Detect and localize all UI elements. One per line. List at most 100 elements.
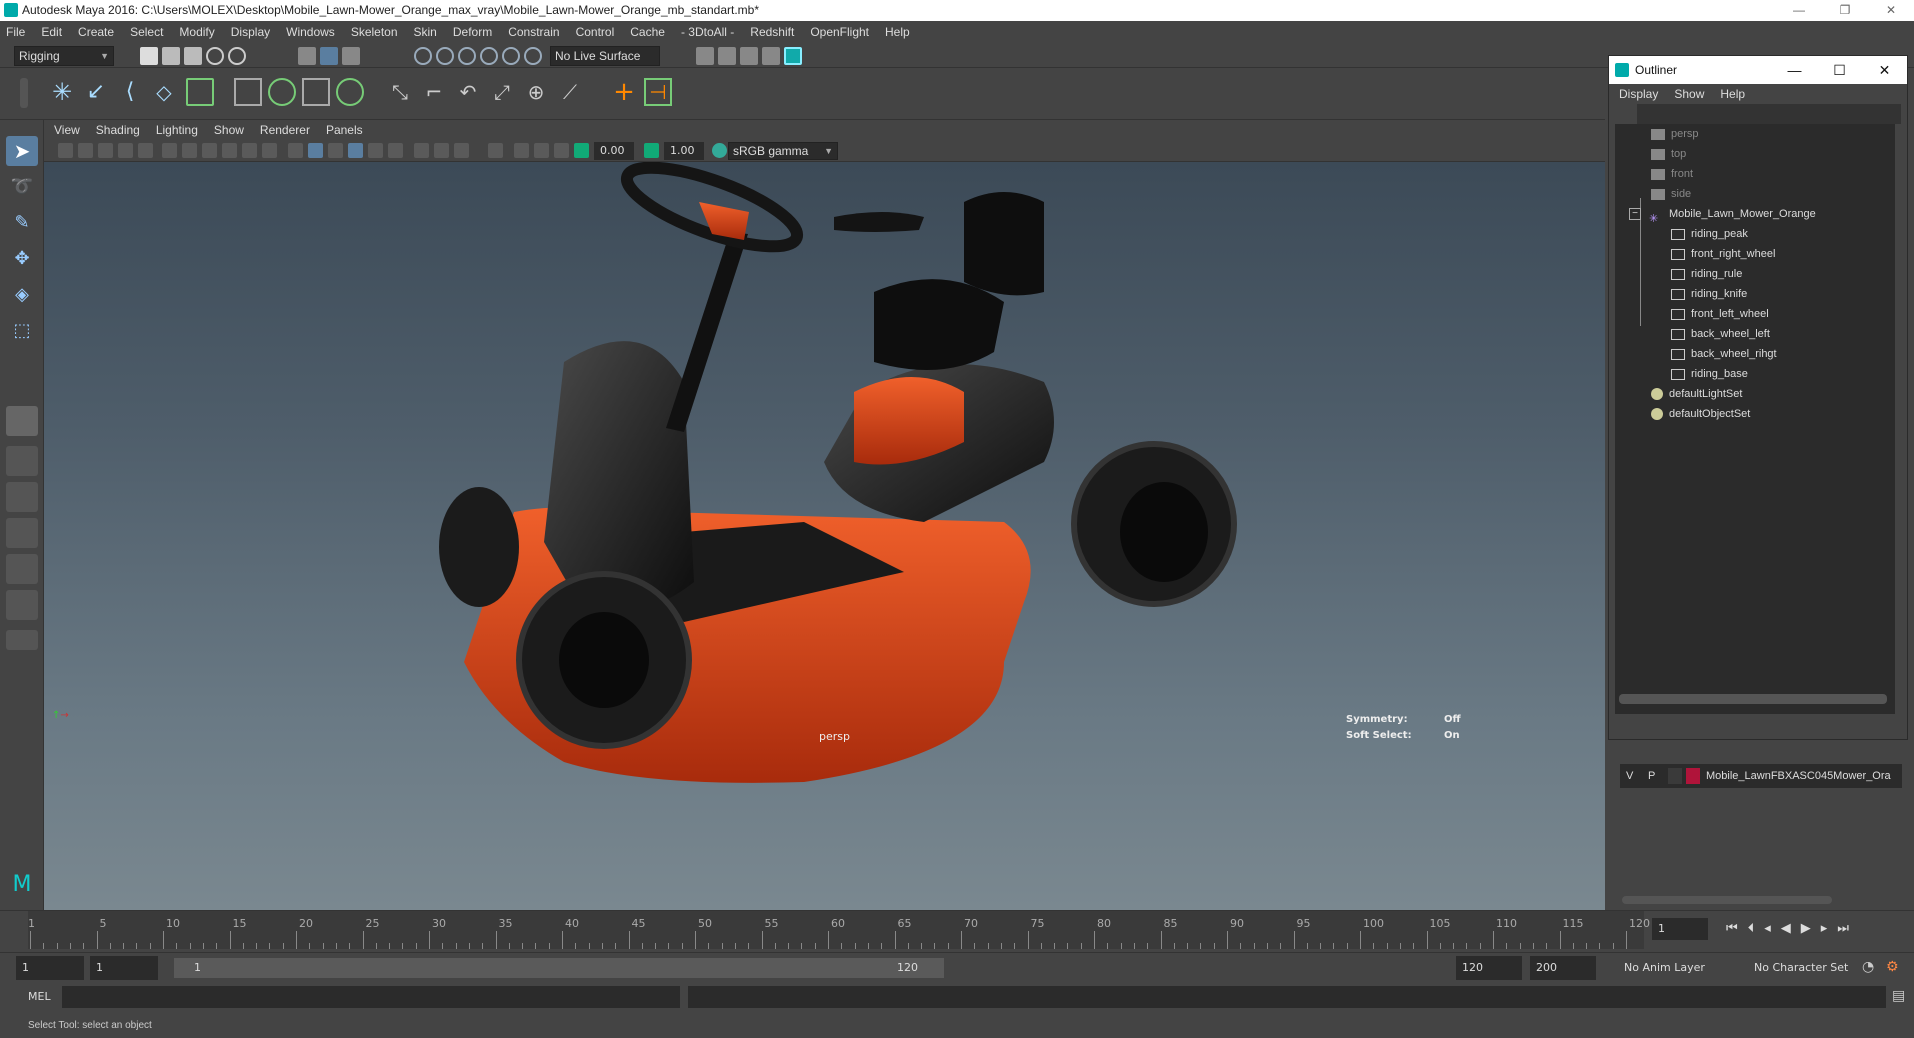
view-transform-dropdown[interactable]: sRGB gamma ▼ (728, 142, 838, 160)
shadows-icon[interactable] (388, 143, 403, 158)
menu-modify[interactable]: Modify (179, 25, 214, 39)
paint-select-icon[interactable]: ✎ (6, 208, 38, 238)
menu-deform[interactable]: Deform (453, 25, 492, 39)
playback-start-field[interactable]: 1 (90, 956, 158, 980)
step-back-frame-icon[interactable]: ◂ (1764, 921, 1781, 936)
antialias-icon[interactable] (454, 143, 469, 158)
go-to-end-icon[interactable]: ⏭ (1837, 921, 1859, 936)
outliner-menu-display[interactable]: Display (1619, 87, 1658, 101)
exposure-field[interactable]: 0.00 (594, 142, 634, 160)
preferences-icon[interactable]: ⚙ (1886, 959, 1899, 975)
layout-four-icon[interactable] (6, 446, 38, 476)
outliner-h-scrollbar[interactable] (1619, 694, 1887, 704)
xray-active-icon[interactable] (554, 143, 569, 158)
ipr-render-icon[interactable] (740, 47, 758, 65)
scale-tool-icon[interactable]: ⬚ (6, 316, 38, 346)
redo-icon[interactable] (228, 47, 246, 65)
xray-joints-icon[interactable] (534, 143, 549, 158)
hypershade-icon[interactable] (784, 47, 802, 65)
scale-constraint-icon[interactable]: ⤢ (488, 78, 516, 106)
layer-h-scrollbar[interactable] (1622, 896, 1832, 904)
menu-openflight[interactable]: OpenFlight (810, 25, 869, 39)
restore-button[interactable]: ❐ (1822, 0, 1868, 21)
select-object-icon[interactable] (320, 47, 338, 65)
outliner-item-riding-base[interactable]: riding_base (1671, 364, 1748, 384)
lattice-icon[interactable] (234, 78, 262, 106)
parent-constraint-icon[interactable]: ⊕ (522, 78, 550, 106)
time-ruler[interactable]: 1 5 10 15 20 25 30 35 40 45 50 55 60 65 70 75 80 85 90 95 1… (28, 911, 1650, 949)
default-material-icon[interactable] (328, 143, 343, 158)
menu-control[interactable]: Control (576, 25, 615, 39)
menu-3dtoall[interactable]: - 3DtoAll - (681, 25, 734, 39)
point-constraint-icon[interactable]: ⤡ (386, 78, 414, 106)
outliner-item-back-wheel-left[interactable]: back_wheel_left (1671, 324, 1770, 344)
sculpt-icon[interactable] (336, 78, 364, 106)
smooth-shade-icon[interactable] (308, 143, 323, 158)
outliner-close-button[interactable]: ✕ (1862, 56, 1907, 84)
menu-help[interactable]: Help (885, 25, 910, 39)
snap-live-icon[interactable] (524, 47, 542, 65)
move-tool-icon[interactable]: ✥ (6, 244, 38, 274)
locator-icon[interactable]: + (610, 78, 638, 106)
layer-type-swatch[interactable] (1668, 768, 1682, 784)
cluster-icon[interactable] (186, 78, 214, 106)
new-scene-icon[interactable] (140, 47, 158, 65)
layout-single-icon[interactable] (6, 406, 38, 436)
panel-menu-view[interactable]: View (54, 123, 80, 137)
panel-menu-panels[interactable]: Panels (326, 123, 363, 137)
layout-two-icon[interactable] (6, 482, 38, 512)
xray-icon[interactable] (514, 143, 529, 158)
outliner-item-default-light-set[interactable]: defaultLightSet (1651, 384, 1742, 404)
layer-playback-toggle[interactable]: P (1648, 764, 1655, 788)
menu-redshift[interactable]: Redshift (750, 25, 794, 39)
command-language-label[interactable]: MEL (28, 990, 51, 1003)
menu-windows[interactable]: Windows (286, 25, 335, 39)
color-management-icon[interactable] (712, 143, 727, 158)
range-slider[interactable]: 1 120 (174, 958, 944, 978)
menu-display[interactable]: Display (231, 25, 270, 39)
render-settings-icon[interactable] (696, 47, 714, 65)
layer-name[interactable]: Mobile_LawnFBXASC045Mower_Ora (1706, 764, 1891, 788)
ssao-icon[interactable] (414, 143, 429, 158)
outliner-title-bar[interactable]: Outliner — ☐ ✕ (1609, 56, 1907, 84)
menu-skin[interactable]: Skin (414, 25, 437, 39)
gamma-icon[interactable] (644, 143, 659, 158)
ik-spline-icon[interactable]: ⟨ (116, 78, 144, 106)
panel-menu-lighting[interactable]: Lighting (156, 123, 198, 137)
outliner-menu-show[interactable]: Show (1674, 87, 1704, 101)
gamma-field[interactable]: 1.00 (664, 142, 704, 160)
outliner-item-front-left-wheel[interactable]: front_left_wheel (1671, 304, 1769, 324)
snap-view-icon[interactable] (480, 47, 498, 65)
textured-icon[interactable] (348, 143, 363, 158)
layer-color-swatch[interactable] (1686, 768, 1700, 784)
rotate-tool-icon[interactable]: ◈ (6, 280, 38, 310)
script-editor-icon[interactable]: ▤ (1892, 988, 1905, 1004)
snap-surface-icon[interactable] (502, 47, 520, 65)
aim-constraint-icon[interactable]: ⌐ (420, 78, 448, 106)
safe-title-icon[interactable] (262, 143, 277, 158)
play-backward-icon[interactable]: ◀ (1781, 921, 1801, 936)
layout-outliner-icon[interactable] (6, 518, 38, 548)
outliner-item-top[interactable]: top (1651, 144, 1686, 164)
outliner-item-back-wheel-rihgt[interactable]: back_wheel_rihgt (1671, 344, 1777, 364)
outliner-item-riding-rule[interactable]: riding_rule (1671, 264, 1742, 284)
menu-set-dropdown[interactable]: Rigging ▼ (14, 46, 114, 66)
layout-persp-icon[interactable] (6, 590, 38, 620)
exposure-icon[interactable] (574, 143, 589, 158)
camera-lock-icon[interactable] (78, 143, 93, 158)
animation-end-field[interactable]: 200 (1530, 956, 1596, 980)
bookmark-icon[interactable] (98, 143, 113, 158)
film-gate-icon[interactable] (162, 143, 177, 158)
outliner-item-default-object-set[interactable]: defaultObjectSet (1651, 404, 1750, 424)
isolate-select-icon[interactable] (488, 143, 503, 158)
layer-visibility-toggle[interactable]: V (1626, 764, 1633, 788)
open-scene-icon[interactable] (162, 47, 180, 65)
set-driven-key-icon[interactable]: ⊣ (644, 78, 672, 106)
joint-tool-icon[interactable]: ✳ (48, 78, 76, 106)
save-scene-icon[interactable] (184, 47, 202, 65)
camera-select-icon[interactable] (58, 143, 73, 158)
menu-constrain[interactable]: Constrain (508, 25, 559, 39)
wire-icon[interactable] (302, 78, 330, 106)
field-chart-icon[interactable] (222, 143, 237, 158)
step-back-key-icon[interactable]: ⏴ (1748, 921, 1765, 936)
